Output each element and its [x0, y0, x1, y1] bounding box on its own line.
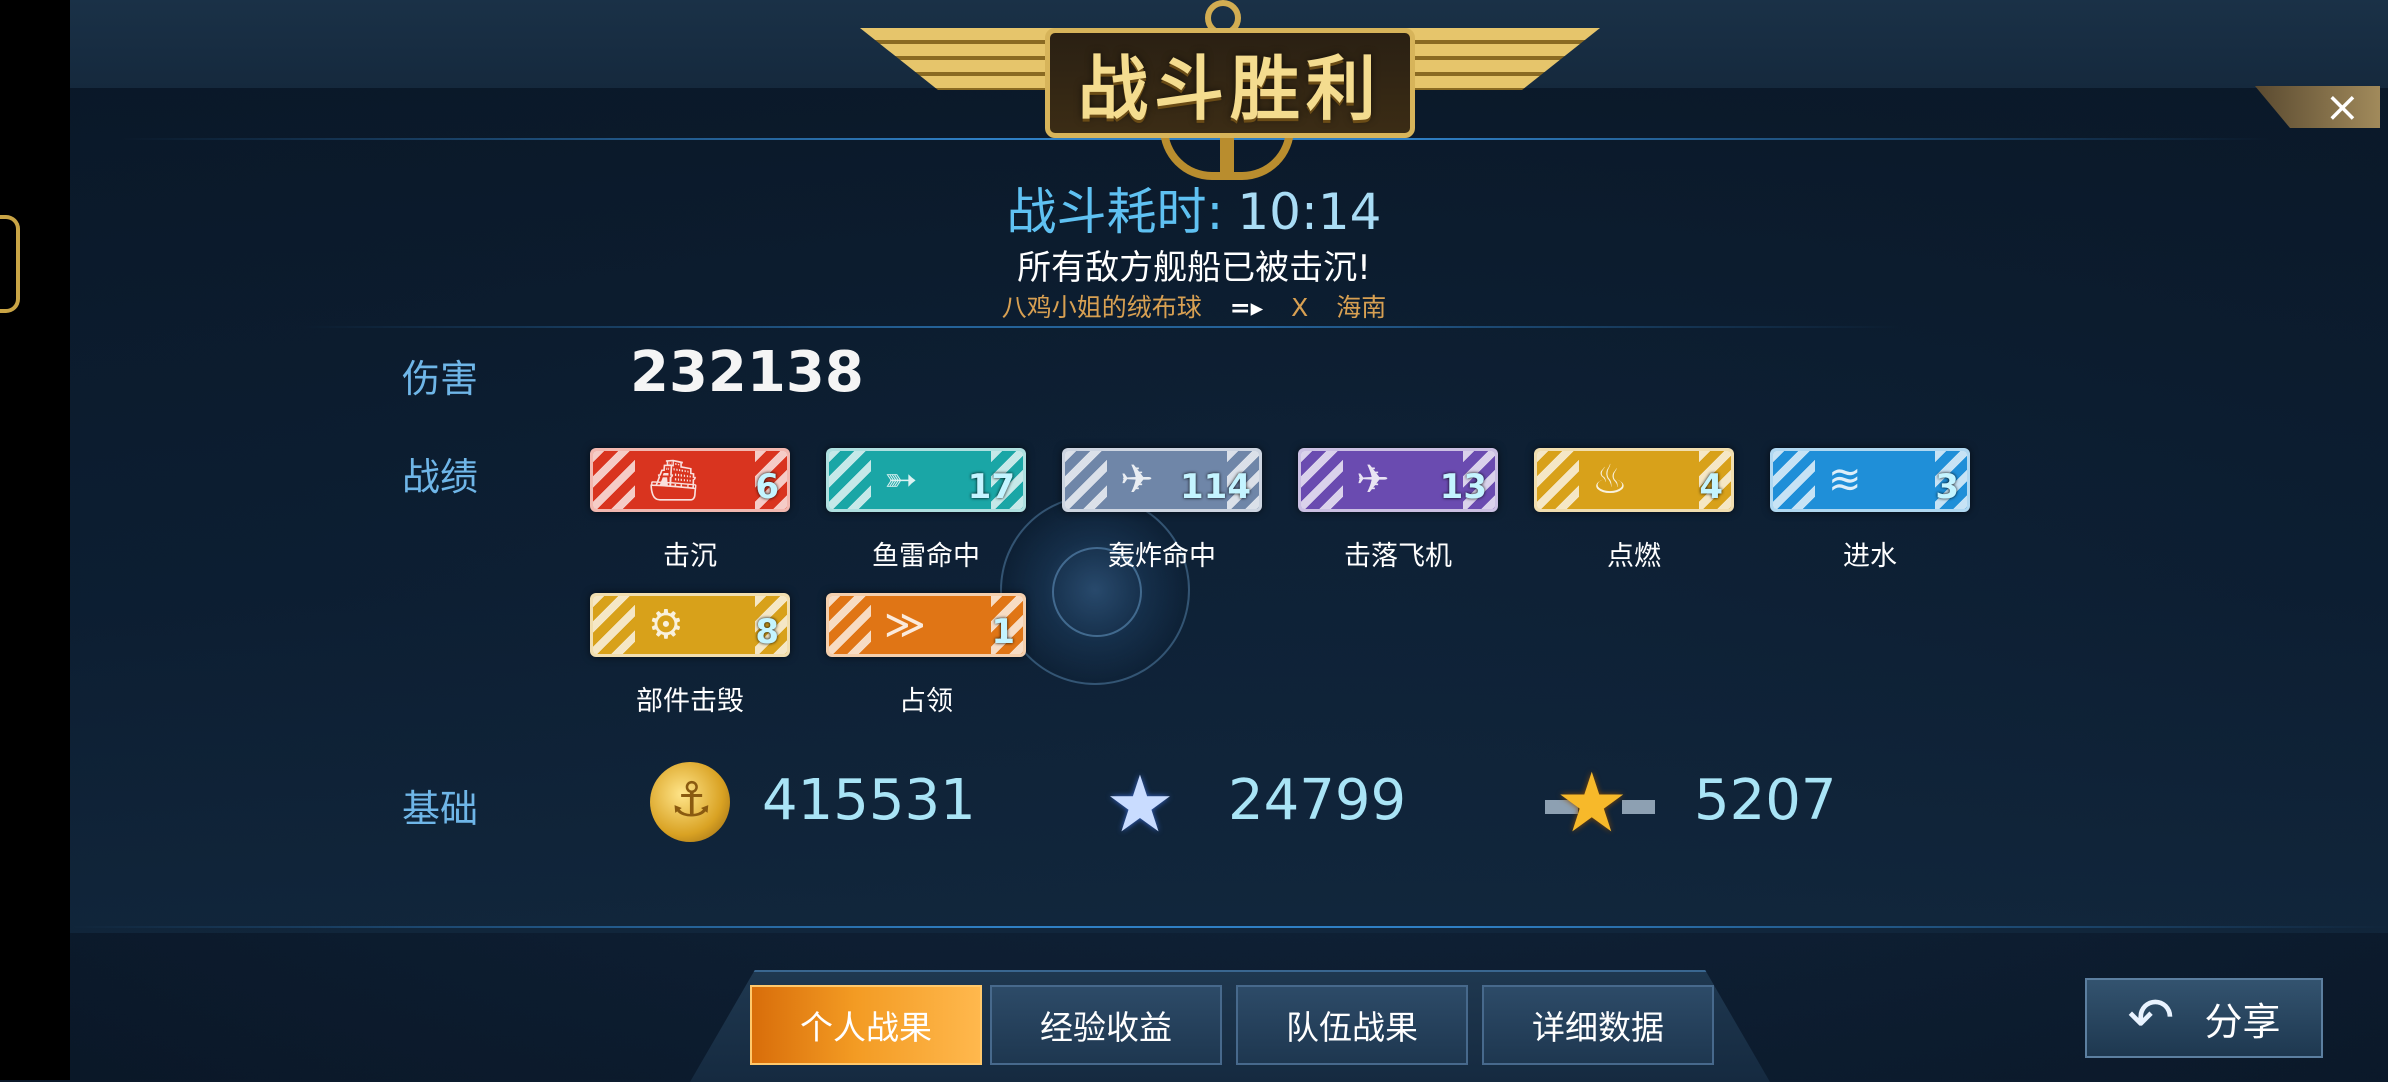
tab-personal-results[interactable]: 个人战果 — [750, 985, 982, 1065]
coin-icon: ⚓ — [650, 762, 730, 842]
player-line: 八鸡小姐的绒布球 =▸ X 海南 — [0, 288, 2388, 324]
tab-detailed-data[interactable]: 详细数据 — [1482, 985, 1714, 1065]
record-badge: ⛴ 6 击沉 — [590, 448, 790, 573]
ship-icon: ⛴ 6 — [590, 448, 790, 512]
tab-exp-gain[interactable]: 经验收益 — [990, 985, 1222, 1065]
badge-label: 鱼雷命中 — [872, 541, 980, 572]
coins-value: 415531 — [762, 768, 976, 833]
record-badge: ♨ 4 点燃 — [1534, 448, 1734, 573]
badge-count: 3 — [1935, 467, 1959, 507]
banner-plate: 战斗胜利 — [1045, 28, 1415, 138]
battle-time-value: 10:14 — [1237, 183, 1382, 241]
victory-banner: 战斗胜利 — [860, 0, 1600, 180]
player-to: 海南 — [1336, 293, 1387, 322]
chevron-down-icon: ≫ 1 — [826, 593, 1026, 657]
divider-mid — [300, 326, 1900, 328]
badge-label: 占领 — [899, 686, 953, 717]
bomber-icon: ✈ 114 — [1062, 448, 1262, 512]
share-button[interactable]: ↶ 分享 — [2085, 978, 2323, 1058]
badge-glyph: ⚙ — [648, 602, 684, 648]
record-badge: ≋ 3 进水 — [1770, 448, 1970, 573]
tab-team-results[interactable]: 队伍战果 — [1236, 985, 1468, 1065]
record-badge: ➳ 17 鱼雷命中 — [826, 448, 1026, 573]
damage-label: 伤害 — [402, 357, 479, 401]
arrow-right-icon: =▸ — [1229, 293, 1264, 322]
badge-label: 轰炸命中 — [1108, 541, 1216, 572]
badge-label: 击沉 — [663, 541, 717, 572]
star-icon: ★ — [1105, 760, 1175, 850]
back-arrow-icon: ↶ — [2127, 985, 2175, 1051]
battle-time-label: 战斗耗时: — [1006, 183, 1224, 241]
player-from: 八鸡小姐的绒布球 — [1001, 293, 1202, 322]
badge-count: 8 — [755, 612, 779, 652]
close-icon: × — [2324, 82, 2360, 131]
base-label: 基础 — [402, 787, 479, 831]
record-label: 战绩 — [402, 455, 479, 499]
banner-title: 战斗胜利 — [1078, 47, 1382, 130]
record-badge: ✈ 114 轰炸命中 — [1062, 448, 1262, 573]
badge-count: 4 — [1699, 467, 1723, 507]
left-black-bar — [0, 0, 70, 1080]
record-badge: ✈ 13 击落飞机 — [1298, 448, 1498, 573]
badge-glyph: ≫ — [884, 602, 926, 648]
badge-glyph: ✈ — [1120, 457, 1154, 503]
badge-count: 17 — [967, 467, 1015, 507]
record-badge: ≫ 1 占领 — [826, 593, 1026, 718]
winged-star-icon: ★ — [1555, 756, 1629, 851]
result-message: 所有敌方舰船已被击沉! — [1017, 248, 1371, 288]
plane-down-icon: ✈ 13 — [1298, 448, 1498, 512]
badge-glyph: ➳ — [884, 457, 918, 503]
torpedo-icon: ➳ 17 — [826, 448, 1026, 512]
battle-time: 战斗耗时: 10:14 — [0, 172, 2388, 244]
marker-x: X — [1291, 293, 1309, 322]
badge-glyph: ✈ — [1356, 457, 1390, 503]
badge-glyph: ♨ — [1592, 457, 1628, 503]
badge-label: 进水 — [1843, 541, 1897, 572]
badge-label: 击落飞机 — [1344, 541, 1452, 572]
exp-value: 24799 — [1228, 768, 1407, 833]
badge-count: 13 — [1439, 467, 1487, 507]
badge-glyph: ≋ — [1828, 457, 1862, 503]
badge-count: 6 — [755, 467, 779, 507]
record-badge: ⚙ 8 部件击毁 — [590, 593, 790, 718]
share-label: 分享 — [2204, 999, 2281, 1044]
damage-value: 232138 — [630, 340, 864, 405]
water-icon: ≋ 3 — [1770, 448, 1970, 512]
badge-glyph: ⛴ — [648, 458, 699, 504]
badge-count: 114 — [1180, 467, 1251, 507]
rank-value: 5207 — [1694, 768, 1837, 833]
fire-icon: ♨ 4 — [1534, 448, 1734, 512]
badge-label: 部件击毁 — [636, 686, 744, 717]
divider-bottom — [70, 926, 2388, 928]
gear-icon: ⚙ 8 — [590, 593, 790, 657]
badge-label: 点燃 — [1607, 541, 1661, 572]
badge-count: 1 — [991, 612, 1015, 652]
